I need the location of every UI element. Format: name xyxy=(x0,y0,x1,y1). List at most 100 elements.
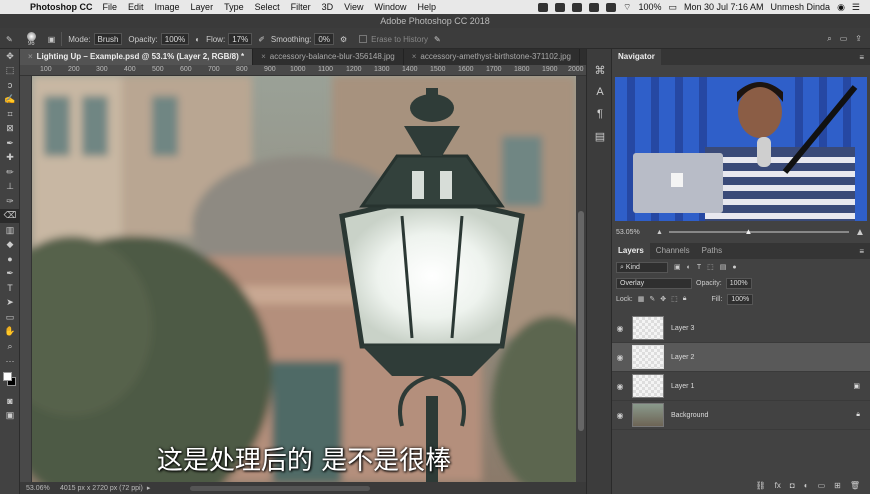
vertical-scrollbar[interactable] xyxy=(576,76,586,482)
eraser-tool-icon[interactable]: ⌫ xyxy=(0,208,20,223)
status-app-icon[interactable] xyxy=(571,2,582,12)
eye-icon[interactable]: ◉ xyxy=(612,324,628,333)
filter-adjustment-icon[interactable]: ◐ xyxy=(687,264,691,271)
color-swatches[interactable] xyxy=(0,368,20,394)
path-selection-tool-icon[interactable]: ➤ xyxy=(0,296,20,311)
layer-row[interactable]: ◉ Background 🔒︎ xyxy=(612,401,870,430)
lock-position-icon[interactable]: ✥ xyxy=(660,295,666,303)
gear-icon[interactable]: ⚙ xyxy=(340,35,347,44)
pressure-size-icon[interactable]: ✎ xyxy=(434,35,441,44)
layer-name[interactable]: Layer 2 xyxy=(671,354,694,361)
zoom-level[interactable]: 53.06% xyxy=(20,485,60,492)
eyedropper-tool-icon[interactable]: ✒ xyxy=(0,136,20,151)
mode-dropdown[interactable]: Brush xyxy=(93,33,123,45)
navigator-zoom-value[interactable]: 53.05% xyxy=(616,229,656,236)
new-group-icon[interactable]: ▭ xyxy=(818,481,826,490)
layer-opacity-field[interactable]: 100% xyxy=(725,277,752,289)
hand-tool-icon[interactable]: ✋ xyxy=(0,325,20,340)
layer-name[interactable]: Background xyxy=(671,412,708,419)
frame-tool-icon[interactable]: ⊠ xyxy=(0,122,20,137)
notification-center-icon[interactable]: ☰ xyxy=(852,2,860,13)
panel-menu-icon[interactable]: ≡ xyxy=(859,53,870,62)
eye-icon[interactable]: ◉ xyxy=(612,382,628,391)
app-menu[interactable]: Photoshop CC xyxy=(30,2,93,12)
blur-tool-icon[interactable]: ◆ xyxy=(0,238,20,253)
share-icon[interactable]: ⇪ xyxy=(855,34,862,44)
move-tool-icon[interactable]: ✥ xyxy=(0,49,20,64)
document-size[interactable]: 4015 px x 2720 px (72 ppi) xyxy=(60,485,143,492)
screen-mode-icon[interactable]: ▣ xyxy=(0,409,20,424)
foreground-color-swatch[interactable] xyxy=(3,372,12,381)
lock-all-icon[interactable]: 🔒︎ xyxy=(683,295,687,303)
layer-row-selected[interactable]: ◉ Layer 2 xyxy=(612,343,870,372)
clock[interactable]: Mon 30 Jul 7:16 AM xyxy=(684,2,764,12)
scrollbar-thumb[interactable] xyxy=(578,211,584,431)
menu-window[interactable]: Window xyxy=(374,2,406,12)
clone-stamp-tool-icon[interactable]: ⊥ xyxy=(0,180,20,195)
status-app-icon[interactable] xyxy=(554,2,565,12)
zoom-out-icon[interactable]: ▲ xyxy=(656,229,663,236)
marquee-tool-icon[interactable]: ⬚ xyxy=(0,64,20,79)
tab-channels[interactable]: Channels xyxy=(650,243,696,259)
layer-name[interactable]: Layer 1 xyxy=(671,383,694,390)
fill-field[interactable]: 100% xyxy=(727,293,754,305)
document-canvas[interactable] xyxy=(32,76,576,482)
search-icon[interactable]: ⌕ xyxy=(827,34,831,44)
filter-pixel-icon[interactable]: ▣ xyxy=(674,263,681,271)
lock-image-icon[interactable]: ✎ xyxy=(649,295,655,303)
quick-mask-icon[interactable]: ◙ xyxy=(0,394,20,409)
doc-tab-active[interactable]: × Lighting Up – Example.psd @ 53.1% (Laye… xyxy=(20,49,254,65)
workspace-icon[interactable]: ▭ xyxy=(840,34,848,44)
user-name[interactable]: Unmesh Dinda xyxy=(771,2,831,12)
healing-brush-tool-icon[interactable]: ✚ xyxy=(0,151,20,166)
new-layer-icon[interactable]: ⊞ xyxy=(834,481,841,490)
status-app-icon[interactable] xyxy=(605,2,616,12)
eye-icon[interactable]: ◉ xyxy=(612,411,628,420)
brush-settings-icon[interactable]: ▣ xyxy=(48,35,56,44)
smoothing-field[interactable]: 0% xyxy=(314,33,334,45)
more-tools-icon[interactable]: ··· xyxy=(0,354,20,369)
add-mask-icon[interactable]: ◘ xyxy=(790,481,795,490)
battery-percent[interactable]: 100% xyxy=(638,2,661,12)
eye-icon[interactable]: ◉ xyxy=(612,353,628,362)
shape-tool-icon[interactable]: ▭ xyxy=(0,310,20,325)
ruler-horizontal[interactable]: 100 200 300 400 500 600 700 800 900 1000… xyxy=(20,65,586,76)
history-brush-tool-icon[interactable]: ✑ xyxy=(0,194,20,209)
gradient-tool-icon[interactable]: ▥ xyxy=(0,223,20,238)
delete-layer-icon[interactable]: 🗑︎ xyxy=(850,481,860,490)
filter-toggle-icon[interactable]: ● xyxy=(732,264,736,271)
type-tool-icon[interactable]: T xyxy=(0,281,20,296)
properties-panel-icon[interactable]: ▤ xyxy=(587,125,613,147)
layer-row[interactable]: ◉ Layer 1 ▣ xyxy=(612,372,870,401)
navigator-preview[interactable] xyxy=(615,77,867,221)
filter-type-icon[interactable]: T xyxy=(697,264,701,271)
menu-view[interactable]: View xyxy=(344,2,363,12)
tab-paths[interactable]: Paths xyxy=(696,243,728,259)
dodge-tool-icon[interactable]: ● xyxy=(0,252,20,267)
tab-layers[interactable]: Layers xyxy=(612,243,650,259)
doc-tab[interactable]: × accessory-balance-blur-356148.jpg xyxy=(253,49,404,65)
menu-file[interactable]: File xyxy=(103,2,118,12)
brush-preset-picker[interactable]: 96 xyxy=(26,31,36,47)
menu-select[interactable]: Select xyxy=(255,2,280,12)
flow-field[interactable]: 17% xyxy=(228,33,253,45)
pressure-opacity-icon[interactable]: ◐ xyxy=(195,35,200,44)
zoom-in-icon[interactable]: ▲ xyxy=(855,227,865,238)
quick-select-tool-icon[interactable]: ✍ xyxy=(0,93,20,108)
horizontal-scrollbar[interactable] xyxy=(190,485,371,491)
filter-shape-icon[interactable]: ⬚ xyxy=(707,263,714,271)
wifi-icon[interactable]: ⌔ xyxy=(623,2,631,13)
erase-to-history-checkbox[interactable] xyxy=(359,35,368,43)
status-app-icon[interactable] xyxy=(537,2,548,12)
menu-image[interactable]: Image xyxy=(155,2,180,12)
close-icon[interactable]: × xyxy=(412,52,417,61)
pen-tool-icon[interactable]: ✒ xyxy=(0,267,20,282)
menu-layer[interactable]: Layer xyxy=(191,2,214,12)
close-icon[interactable]: × xyxy=(28,52,33,61)
status-arrow-icon[interactable]: ▸ xyxy=(147,484,151,492)
status-app-icon[interactable] xyxy=(588,2,599,12)
panel-menu-icon[interactable]: ≡ xyxy=(859,247,870,256)
layer-style-icon[interactable]: fx xyxy=(775,481,781,490)
siri-icon[interactable]: ◉ xyxy=(837,2,845,13)
tab-navigator[interactable]: Navigator xyxy=(612,49,661,65)
